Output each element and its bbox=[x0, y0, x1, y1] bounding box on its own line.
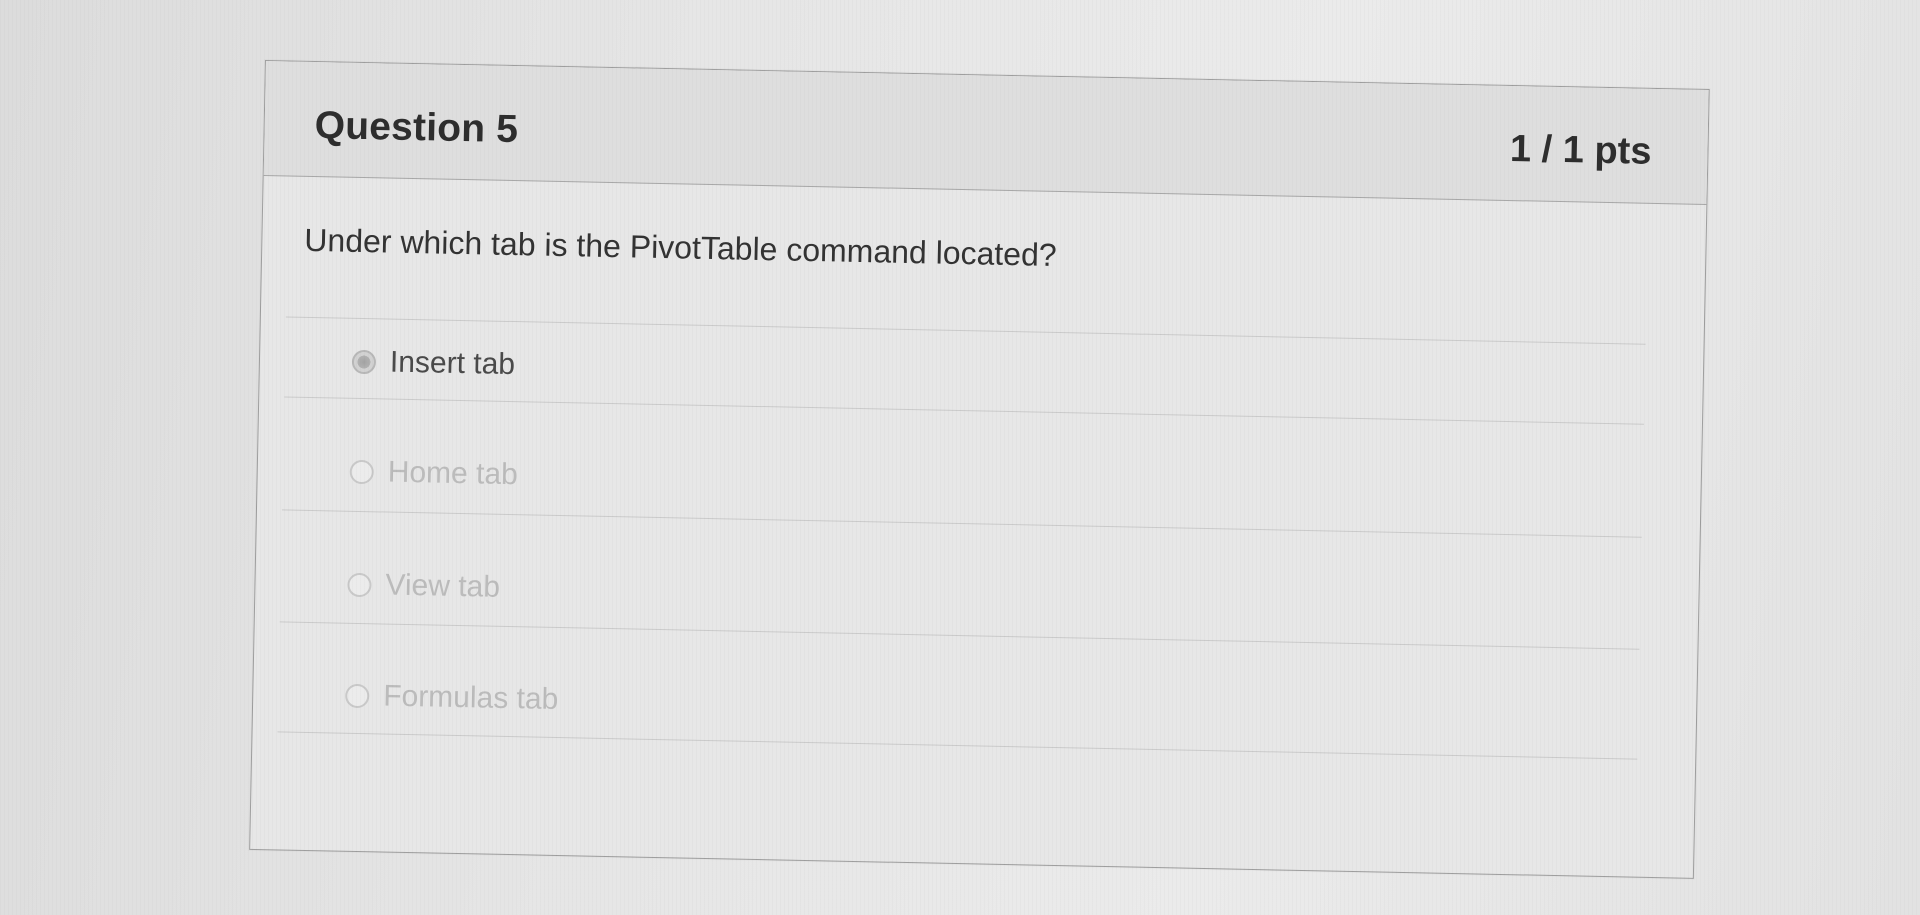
radio-empty-icon[interactable] bbox=[345, 683, 370, 709]
answer-label: Home tab bbox=[387, 455, 519, 492]
radio-empty-icon[interactable] bbox=[347, 572, 372, 598]
radio-selected-icon[interactable] bbox=[351, 349, 377, 375]
answer-label: Formulas tab bbox=[382, 679, 559, 717]
answer-label: Insert tab bbox=[389, 345, 516, 382]
question-card: Question 5 1 / 1 pts Under which tab is … bbox=[249, 60, 1710, 879]
radio-empty-icon[interactable] bbox=[349, 459, 374, 485]
answer-option-view[interactable]: View tab bbox=[347, 563, 500, 610]
answer-label: View tab bbox=[385, 568, 501, 604]
screen: Question 5 1 / 1 pts Under which tab is … bbox=[0, 0, 1920, 915]
answer-option-home[interactable]: Home tab bbox=[349, 450, 518, 497]
answer-option-insert[interactable]: Insert tab bbox=[351, 340, 516, 387]
answer-option-formulas[interactable]: Formulas tab bbox=[345, 674, 559, 722]
answer-list: Insert tab Home tab View tab Formulas ta… bbox=[250, 61, 1709, 878]
